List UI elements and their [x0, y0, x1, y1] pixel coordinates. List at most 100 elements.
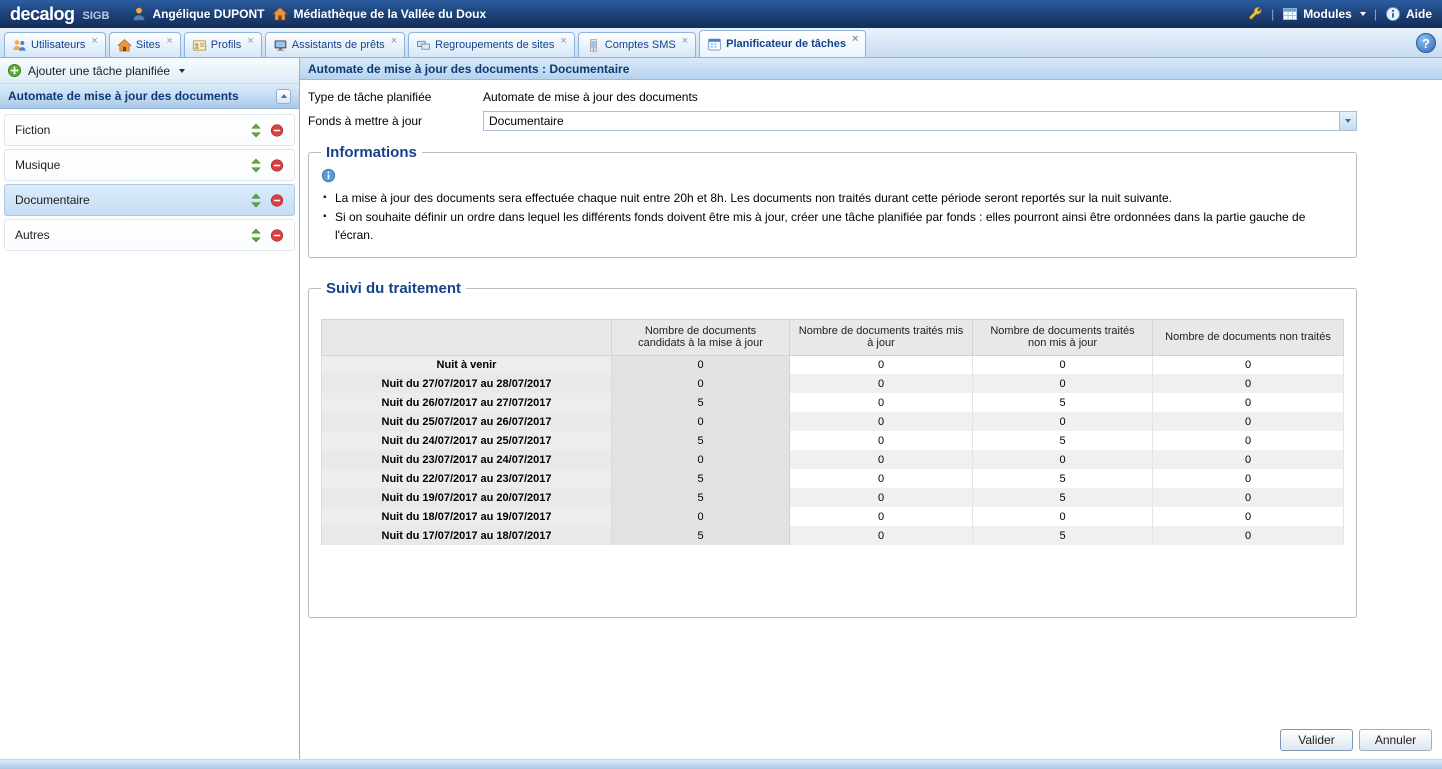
info-icon [1385, 6, 1401, 22]
reorder-icon[interactable] [249, 228, 263, 243]
cell: 0 [973, 412, 1153, 431]
reorder-icon[interactable] [249, 193, 263, 208]
cell: 5 [973, 393, 1153, 412]
user-name: Angélique DUPONT [152, 7, 264, 21]
cell: 0 [1153, 412, 1344, 431]
tab-utilisateurs[interactable]: Utilisateurs× [4, 32, 106, 57]
tools-icon[interactable] [1247, 6, 1263, 22]
cell: 0 [1153, 355, 1344, 374]
topbar-right: | Modules | Aide [1247, 6, 1432, 22]
task-item-musique[interactable]: Musique [4, 149, 295, 181]
fonds-label: Fonds à mettre à jour [308, 114, 483, 128]
treatment-table: Nombre de documents candidats à la mise … [321, 319, 1344, 546]
column-header-2[interactable]: Nombre de documents traités mis à jour [790, 319, 973, 355]
task-type-row: Type de tâche planifiée Automate de mise… [308, 90, 1434, 104]
cell: 0 [790, 393, 973, 412]
cell: 0 [1153, 526, 1344, 545]
row-label: Nuit du 17/07/2017 au 18/07/2017 [322, 526, 612, 545]
content-area: Ajouter une tâche planifiée Automate de … [0, 58, 1442, 759]
info-bullet: Si on souhaite définir un ordre dans leq… [321, 208, 1344, 245]
table-row: Nuit du 18/07/2017 au 19/07/20170000 [322, 507, 1344, 526]
tab-assistants-de-prets[interactable]: Assistants de prêts × [265, 32, 405, 57]
close-icon[interactable]: × [560, 36, 566, 47]
cell: 0 [612, 374, 790, 393]
task-item-fiction[interactable]: Fiction [4, 114, 295, 146]
table-row: Nuit à venir0000 [322, 355, 1344, 374]
remove-icon[interactable] [270, 123, 284, 138]
close-icon[interactable]: × [91, 36, 97, 47]
reorder-icon[interactable] [249, 123, 263, 138]
site-name: Médiathèque de la Vallée du Doux [293, 7, 486, 21]
cell: 0 [790, 507, 973, 526]
help-button[interactable]: ? [1416, 33, 1436, 53]
valider-button[interactable]: Valider [1280, 729, 1353, 751]
tab-planificateur-de-taches[interactable]: Planificateur de tâches× [699, 30, 866, 57]
cell: 0 [790, 412, 973, 431]
tab-comptes-sms[interactable]: Comptes SMS× [578, 32, 696, 57]
aide-label: Aide [1406, 7, 1432, 21]
sigb-label: SIGB [83, 10, 110, 22]
remove-icon[interactable] [270, 228, 284, 243]
panel-title: Automate de mise à jour des documents : … [300, 58, 1442, 80]
select-arrow-icon[interactable] [1339, 112, 1356, 130]
informations-fieldset: Informations La mise à jour des document… [308, 144, 1357, 258]
task-item-documentaire[interactable]: Documentaire [4, 184, 295, 216]
add-task-label: Ajouter une tâche planifiée [28, 64, 170, 78]
task-item-label: Autres [15, 228, 50, 242]
collapse-button[interactable] [276, 89, 291, 104]
tab-regroupements-de-sites[interactable]: Regroupements de sites × [408, 32, 575, 57]
cell: 0 [1153, 374, 1344, 393]
decalog-logo: decalog [10, 4, 75, 25]
cell: 0 [790, 450, 973, 469]
panel-body: Type de tâche planifiée Automate de mise… [300, 80, 1442, 759]
remove-icon[interactable] [270, 158, 284, 173]
row-label: Nuit du 23/07/2017 au 24/07/2017 [322, 450, 612, 469]
main-panel: Automate de mise à jour des documents : … [300, 58, 1442, 759]
row-label: Nuit du 18/07/2017 au 19/07/2017 [322, 507, 612, 526]
sidebar: Ajouter une tâche planifiée Automate de … [0, 58, 300, 759]
row-label: Nuit à venir [322, 355, 612, 374]
close-icon[interactable]: × [852, 34, 858, 45]
table-row: Nuit du 24/07/2017 au 25/07/20175050 [322, 431, 1344, 450]
tab-label: Regroupements de sites [435, 39, 554, 51]
tab-profils[interactable]: Profils× [184, 32, 262, 57]
column-header-3[interactable]: Nombre de documents traités non mis à jo… [973, 319, 1153, 355]
row-label: Nuit du 27/07/2017 au 28/07/2017 [322, 374, 612, 393]
close-icon[interactable]: × [247, 36, 253, 47]
help-menu-button[interactable]: Aide [1385, 6, 1432, 22]
users-icon [12, 38, 27, 53]
cell: 0 [612, 507, 790, 526]
section-header: Automate de mise à jour des documents [0, 84, 299, 109]
row-label: Nuit du 19/07/2017 au 20/07/2017 [322, 488, 612, 507]
fonds-select[interactable]: Documentaire [483, 111, 1357, 131]
cell: 0 [1153, 469, 1344, 488]
modules-menu-button[interactable]: Modules [1282, 6, 1366, 22]
add-task-button[interactable]: Ajouter une tâche planifiée [0, 58, 299, 84]
remove-icon[interactable] [270, 193, 284, 208]
task-item-autres[interactable]: Autres [4, 219, 295, 251]
bottom-strip [0, 759, 1442, 769]
annuler-button[interactable]: Annuler [1359, 729, 1432, 751]
row-label-column-header [322, 319, 612, 355]
close-icon[interactable]: × [391, 36, 397, 47]
application-window: decalog SIGB Angélique DUPONT Médiathèqu… [0, 0, 1442, 769]
close-icon[interactable]: × [166, 36, 172, 47]
home-icon [272, 6, 288, 22]
informations-legend: Informations [321, 144, 422, 161]
cell: 0 [973, 450, 1153, 469]
cell: 5 [973, 469, 1153, 488]
close-icon[interactable]: × [682, 36, 688, 47]
column-header-1[interactable]: Nombre de documents candidats à la mise … [612, 319, 790, 355]
reorder-icon[interactable] [249, 158, 263, 173]
task-item-actions [249, 228, 284, 243]
cell: 0 [790, 355, 973, 374]
tab-strip: Utilisateurs×Sites×Profils×Assistants de… [4, 28, 866, 57]
suivi-legend: Suivi du traitement [321, 280, 466, 297]
column-header-4[interactable]: Nombre de documents non traités [1153, 319, 1344, 355]
cell: 0 [790, 488, 973, 507]
table-row: Nuit du 22/07/2017 au 23/07/20175050 [322, 469, 1344, 488]
cell: 5 [612, 526, 790, 545]
tab-label: Assistants de prêts [292, 39, 385, 51]
cell: 0 [973, 507, 1153, 526]
tab-sites[interactable]: Sites× [109, 32, 181, 57]
